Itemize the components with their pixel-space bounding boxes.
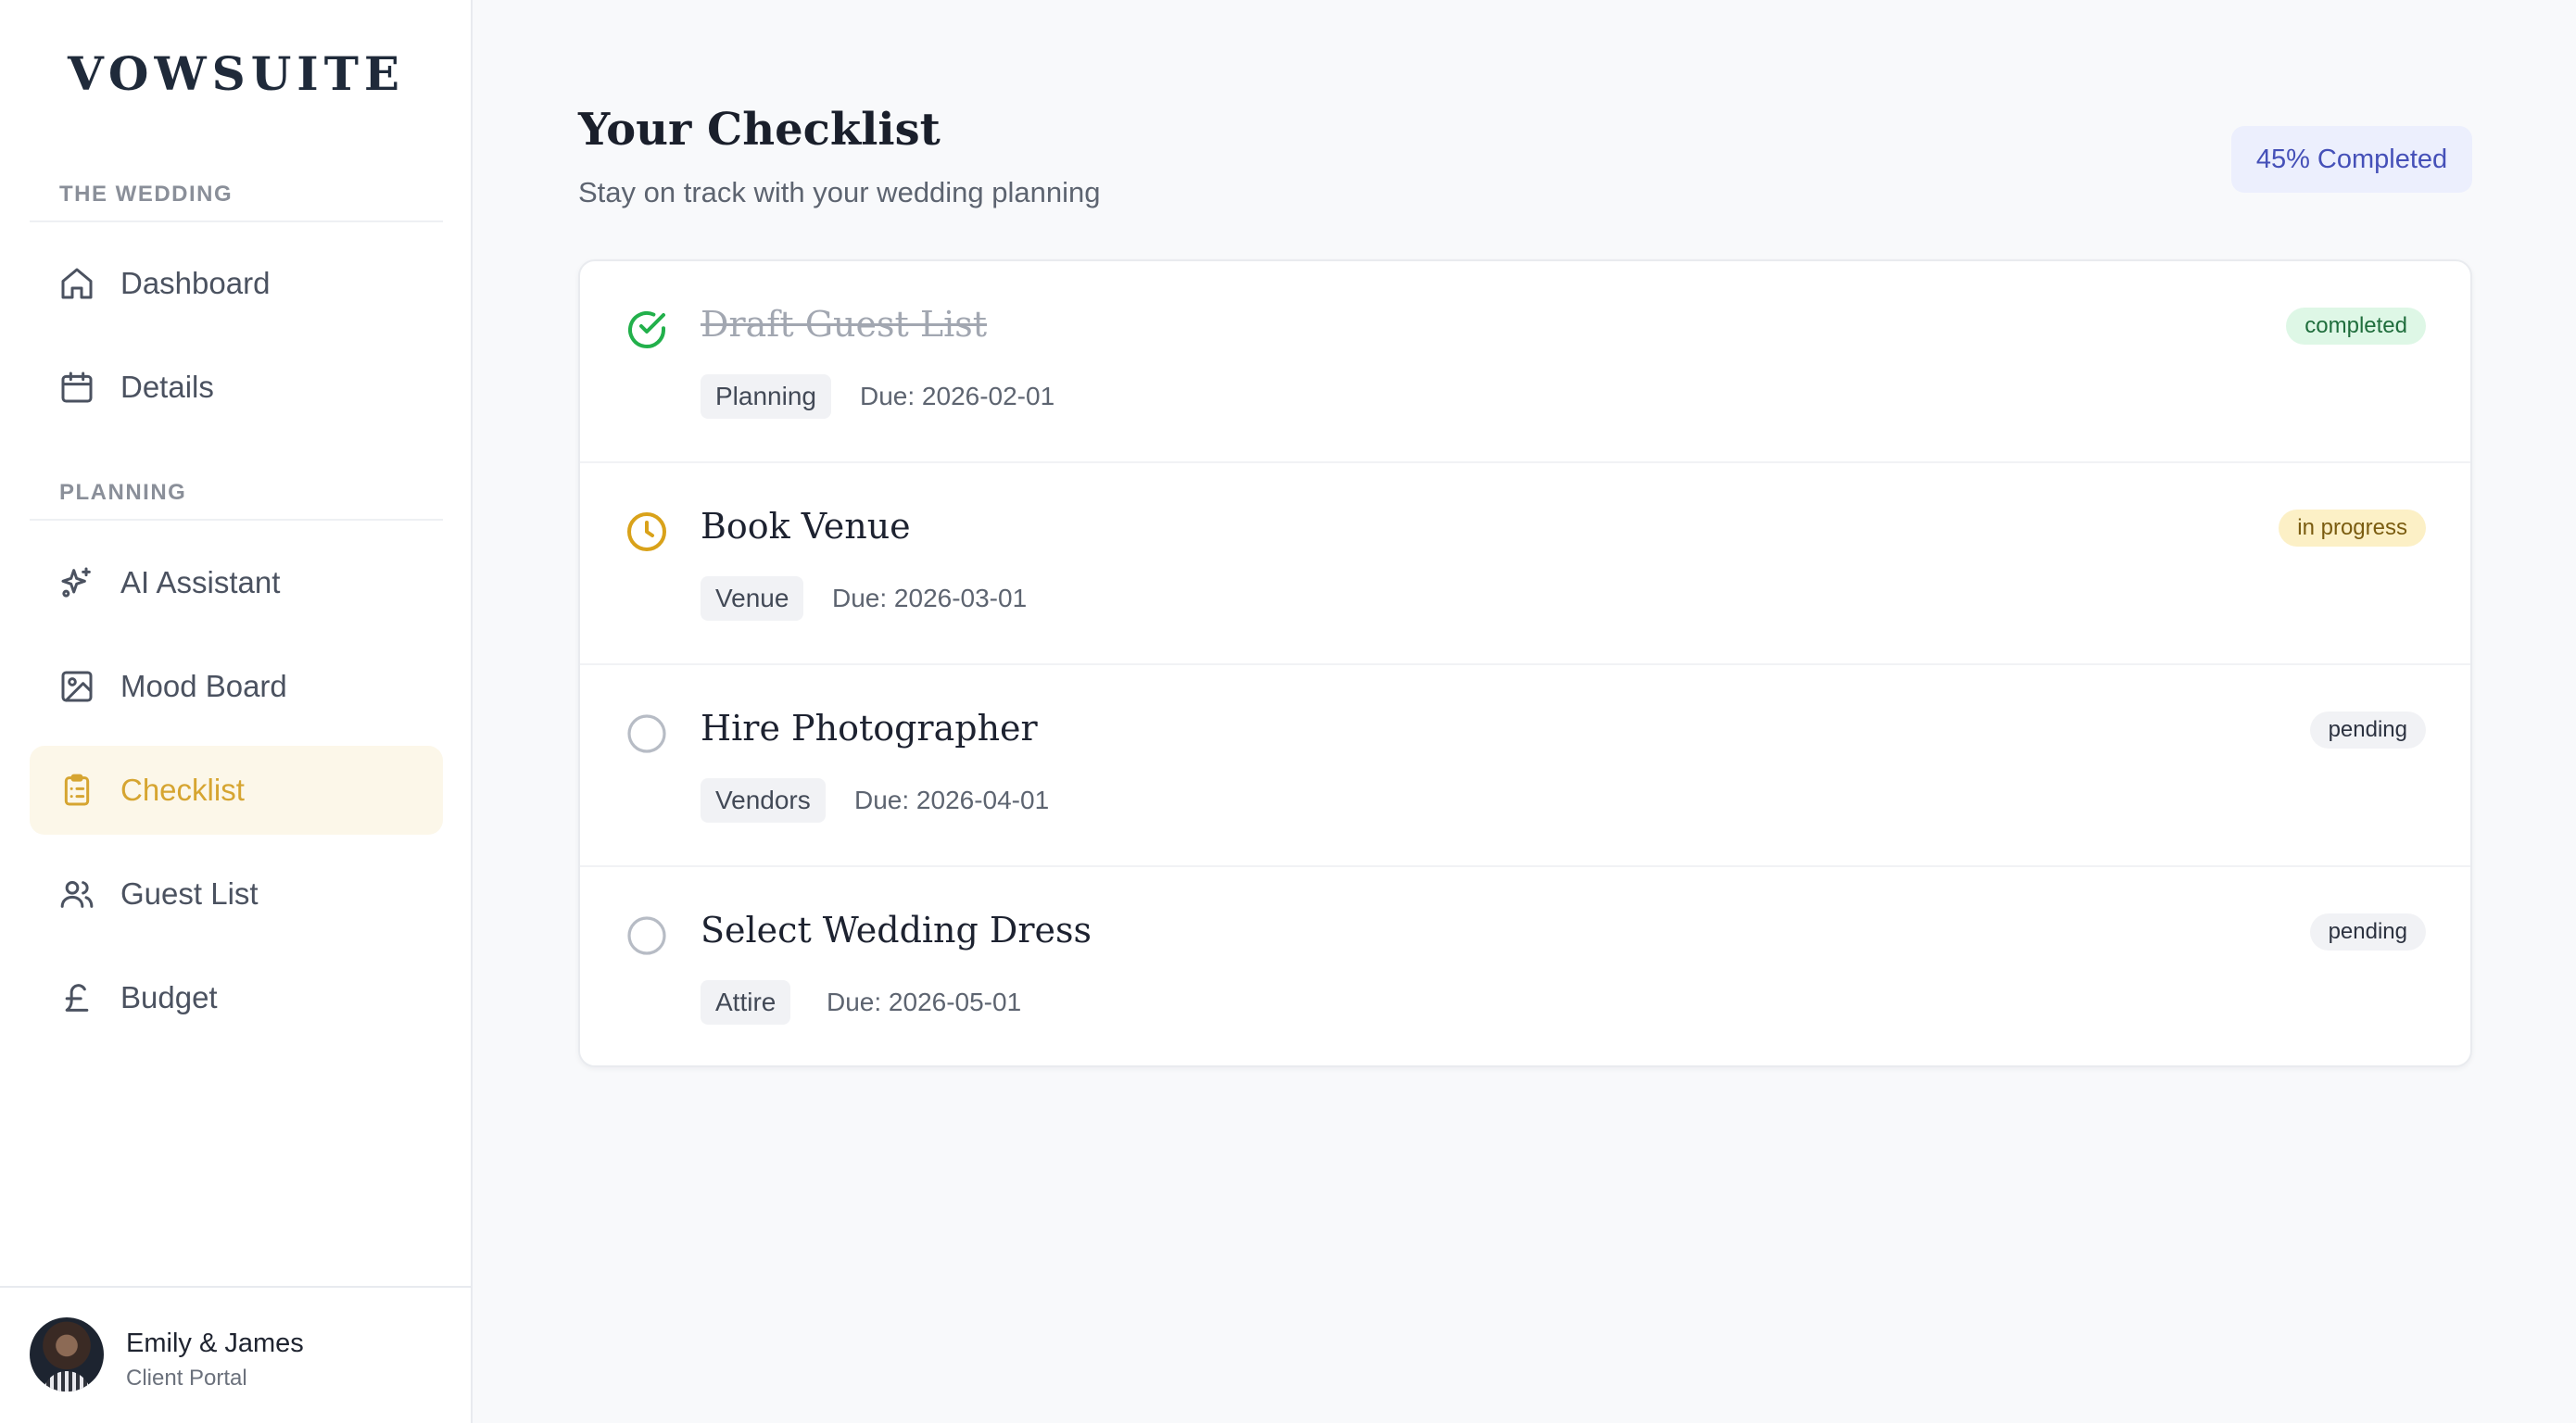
status-badge: completed (2286, 308, 2426, 345)
sidebar-item-label: Dashboard (120, 266, 271, 300)
task-category-tag: Planning (701, 374, 831, 419)
sidebar-item-label: AI Assistant (120, 565, 281, 599)
image-icon (57, 667, 96, 706)
status-badge: in progress (2279, 510, 2426, 547)
task-title: Select Wedding Dress (701, 910, 1092, 951)
sidebar-item-dashboard[interactable]: Dashboard (30, 239, 443, 328)
status-badge: pending (2309, 712, 2426, 749)
sidebar-item-label: Budget (120, 980, 218, 1014)
sidebar-item-checklist[interactable]: Checklist (30, 746, 443, 835)
task-title: Hire Photographer (701, 708, 1038, 749)
user-role: Client Portal (126, 1366, 247, 1391)
section-label-the-wedding: THE WEDDING (59, 182, 234, 207)
sidebar-item-guest-list[interactable]: Guest List (30, 850, 443, 938)
task-due-date: Due: 2026-02-01 (860, 382, 1055, 410)
users-icon (57, 875, 96, 913)
task-row[interactable]: Draft Guest List Planning Due: 2026-02-0… (580, 261, 2470, 463)
task-due-date: Due: 2026-05-01 (827, 988, 1022, 1016)
section-label-planning: PLANNING (59, 480, 187, 505)
task-row[interactable]: Select Wedding Dress Attire Due: 2026-05… (580, 867, 2470, 1065)
user-profile[interactable]: Emily & James Client Portal (0, 1286, 471, 1423)
sidebar-item-budget[interactable]: Budget (30, 953, 443, 1042)
task-title: Draft Guest List (701, 304, 988, 345)
section-divider (30, 220, 443, 222)
task-due-date: Due: 2026-04-01 (854, 786, 1050, 814)
status-badge: pending (2309, 913, 2426, 951)
calendar-icon (57, 368, 96, 407)
task-category-tag: Vendors (701, 778, 826, 823)
sidebar-item-label: Details (120, 370, 214, 404)
empty-circle-icon[interactable] (625, 712, 669, 756)
avatar[interactable] (30, 1317, 104, 1392)
task-title: Book Venue (701, 506, 911, 547)
sidebar-item-mood-board[interactable]: Mood Board (30, 642, 443, 731)
sidebar: VOWSUITE THE WEDDING Dashboard Details P… (0, 0, 473, 1423)
home-icon (57, 264, 96, 303)
task-row[interactable]: Book Venue Venue Due: 2026-03-01 in prog… (580, 463, 2470, 665)
clock-icon[interactable] (625, 510, 669, 554)
page-subtitle: Stay on track with your wedding planning (578, 176, 1101, 208)
task-category-tag: Attire (701, 980, 791, 1025)
sidebar-item-label: Checklist (120, 773, 245, 807)
check-circle-icon[interactable] (625, 308, 669, 352)
task-row[interactable]: Hire Photographer Vendors Due: 2026-04-0… (580, 665, 2470, 867)
sidebar-item-label: Mood Board (120, 669, 287, 703)
brand-logo[interactable]: VOWSUITE (0, 46, 473, 101)
user-name: Emily & James (126, 1329, 304, 1358)
sidebar-item-ai-assistant[interactable]: AI Assistant (30, 538, 443, 627)
checklist-card: Draft Guest List Planning Due: 2026-02-0… (578, 259, 2472, 1067)
empty-circle-icon[interactable] (625, 913, 669, 958)
clipboard-list-icon (57, 771, 96, 810)
progress-badge: 45% Completed (2231, 126, 2472, 193)
sparkles-icon (57, 563, 96, 602)
pound-sterling-icon (57, 978, 96, 1017)
sidebar-item-details[interactable]: Details (30, 343, 443, 432)
sidebar-item-label: Guest List (120, 876, 259, 911)
task-due-date: Due: 2026-03-01 (832, 584, 1028, 612)
section-divider (30, 519, 443, 521)
page-title: Your Checklist (578, 104, 941, 156)
task-category-tag: Venue (701, 576, 804, 621)
